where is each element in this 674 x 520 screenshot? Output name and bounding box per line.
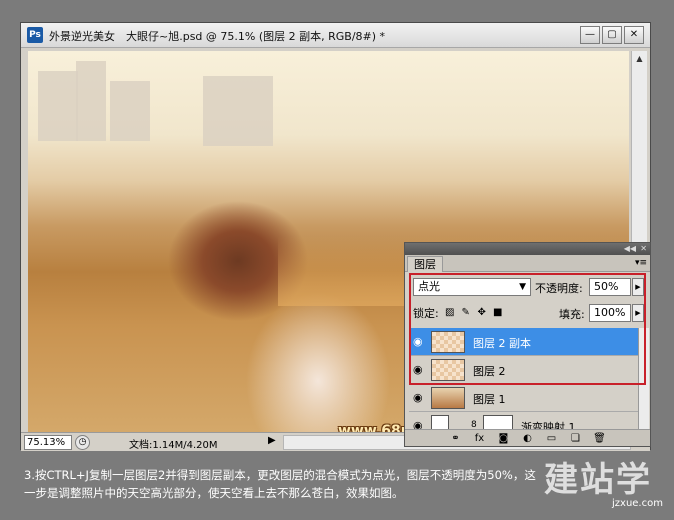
close-button[interactable]: ✕ <box>624 26 644 44</box>
close-panel-icon[interactable]: ✕ <box>640 243 647 255</box>
minimize-icon: — <box>585 29 595 40</box>
fx-icon[interactable]: fx <box>473 433 487 444</box>
status-info-icon[interactable]: ◷ <box>75 435 90 450</box>
building <box>76 61 106 141</box>
building <box>38 71 78 141</box>
panel-header-bar[interactable]: ◀◀ ✕ <box>405 243 650 255</box>
status-menu-arrow-icon[interactable]: ▶ <box>268 435 276 446</box>
window-titlebar[interactable]: Ps 外景逆光美女 大眼仔~旭.psd @ 75.1% (图层 2 副本, RG… <box>21 23 650 48</box>
link-icon[interactable]: ⚭ <box>449 433 463 444</box>
visibility-eye-icon[interactable]: ◉ <box>413 392 425 404</box>
panel-tab-bar: 图层 ▾≡ <box>405 255 650 272</box>
zoom-level-field[interactable]: 75.13% <box>24 435 72 450</box>
panel-bottom-toolbar: ⚭ fx ◙ ◐ ▭ ❏ 🗑 <box>405 429 650 446</box>
adjustment-icon[interactable]: ◐ <box>521 433 535 444</box>
layer-name: 图层 1 <box>473 393 506 406</box>
layer-row[interactable]: ◉ 图层 1 <box>409 384 638 412</box>
trash-icon[interactable]: 🗑 <box>593 433 607 444</box>
highlight-annotation-box <box>409 273 646 385</box>
photoshop-logo-icon: Ps <box>27 27 43 43</box>
building <box>203 76 273 146</box>
scroll-up-arrow-icon[interactable]: ▲ <box>632 51 647 66</box>
mask-icon[interactable]: ◙ <box>497 433 511 444</box>
layer-thumbnail <box>431 387 465 409</box>
close-icon: ✕ <box>629 29 639 40</box>
restore-icon: ▢ <box>607 29 617 40</box>
group-icon[interactable]: ▭ <box>545 433 559 444</box>
site-logo: 建站学 <box>544 460 652 500</box>
building <box>110 81 150 141</box>
window-title: 外景逆光美女 大眼仔~旭.psd @ 75.1% (图层 2 副本, RGB/8… <box>49 30 386 43</box>
restore-button[interactable]: ▢ <box>602 26 622 44</box>
panel-menu-icon[interactable]: ▾≡ <box>635 256 647 270</box>
site-url: jzxue.com <box>612 498 663 509</box>
layers-panel: ◀◀ ✕ 图层 ▾≡ 点光 ▼ 不透明度: 50% ▶ 锁定: ▨ ✎ ✥ ■ … <box>404 242 651 447</box>
tab-layers[interactable]: 图层 <box>407 256 443 272</box>
collapse-panel-icon[interactable]: ◀◀ <box>624 243 636 255</box>
window-controls: — ▢ ✕ <box>580 26 644 44</box>
new-layer-icon[interactable]: ❏ <box>569 433 583 444</box>
minimize-button[interactable]: — <box>580 26 600 44</box>
document-size-info: 文档:1.14M/4.20M <box>129 440 218 451</box>
